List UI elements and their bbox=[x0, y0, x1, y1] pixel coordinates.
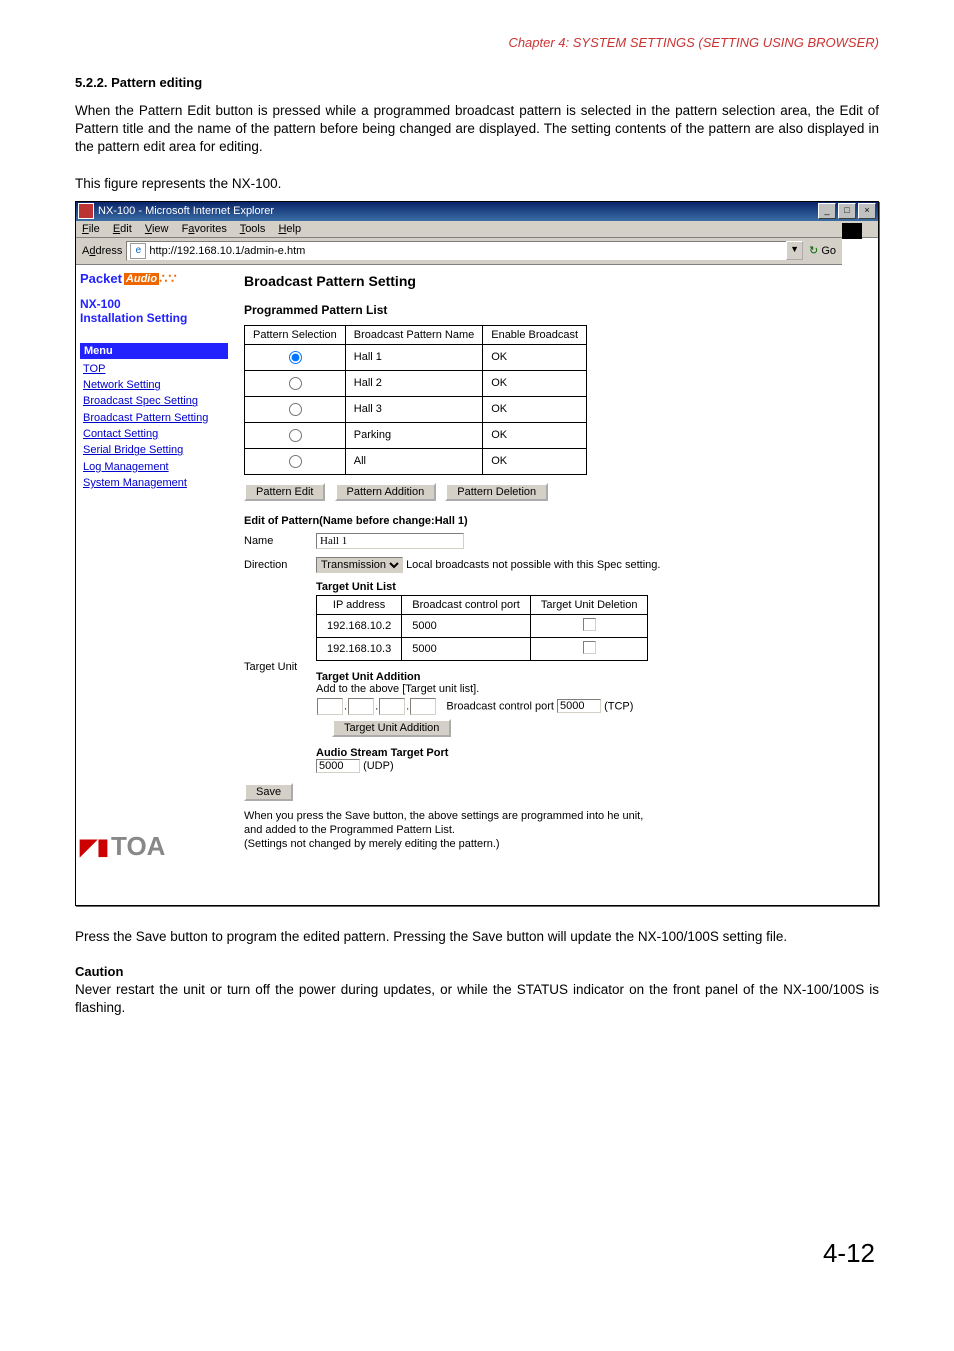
delete-checkbox[interactable] bbox=[583, 641, 596, 654]
save-note-1: When you press the Save button, the abov… bbox=[244, 809, 866, 823]
address-bar: Address e http://192.168.10.1/admin-e.ht… bbox=[76, 238, 842, 265]
section-title: 5.2.2. Pattern editing bbox=[75, 75, 879, 90]
save-note-2: and added to the Programmed Pattern List… bbox=[244, 823, 866, 837]
ip-octet-input[interactable] bbox=[317, 698, 343, 715]
table-row: ParkingOK bbox=[245, 422, 587, 448]
page-number: 4-12 bbox=[75, 1238, 879, 1269]
save-note-3: (Settings not changed by merely editing … bbox=[244, 837, 866, 851]
menu-file[interactable]: File bbox=[82, 223, 100, 235]
menu-help[interactable]: Help bbox=[278, 223, 301, 235]
maximize-button[interactable]: □ bbox=[838, 203, 856, 219]
pattern-edit-button[interactable]: Pattern Edit bbox=[244, 483, 325, 501]
table-row: Hall 3OK bbox=[245, 396, 587, 422]
model-label: NX-100 bbox=[80, 297, 228, 311]
sidebar: PacketAudio∴∵ NX-100 Installation Settin… bbox=[76, 265, 232, 905]
window-title: NX-100 - Microsoft Internet Explorer bbox=[98, 205, 816, 217]
close-button[interactable]: × bbox=[858, 203, 876, 219]
go-button[interactable]: ↻ Go bbox=[809, 244, 836, 257]
target-unit-table: IP address Broadcast control port Target… bbox=[316, 595, 648, 661]
pattern-table: Pattern Selection Broadcast Pattern Name… bbox=[244, 325, 587, 475]
pattern-radio[interactable] bbox=[289, 455, 302, 468]
table-row: Hall 2OK bbox=[245, 370, 587, 396]
pattern-addition-button[interactable]: Pattern Addition bbox=[335, 483, 437, 501]
target-unit-addition-button[interactable]: Target Unit Addition bbox=[332, 719, 451, 737]
ie-throbber-icon bbox=[842, 223, 862, 239]
bcast-port-label: Broadcast control port bbox=[446, 700, 554, 712]
ip-octet-input[interactable] bbox=[379, 698, 405, 715]
audio-stream-port-title: Audio Stream Target Port bbox=[316, 747, 648, 759]
menu-edit[interactable]: Edit bbox=[113, 223, 132, 235]
titlebar: NX-100 - Microsoft Internet Explorer _ □… bbox=[76, 202, 878, 221]
bcast-port-input[interactable]: 5000 bbox=[557, 699, 601, 713]
caution-label: Caution bbox=[75, 964, 879, 979]
ie-window: NX-100 - Microsoft Internet Explorer _ □… bbox=[75, 201, 879, 906]
toa-logo: ◤▮ TOA bbox=[80, 831, 228, 862]
target-unit-label: Target Unit bbox=[244, 581, 316, 673]
col-port: Broadcast control port bbox=[402, 595, 531, 614]
nav-network-setting[interactable]: Network Setting bbox=[80, 377, 228, 393]
target-unit-list-title: Target Unit List bbox=[316, 581, 648, 593]
menu-favorites[interactable]: Favorites bbox=[182, 223, 227, 235]
page-icon: e bbox=[130, 243, 146, 259]
col-enable: Enable Broadcast bbox=[483, 325, 587, 344]
nav-top[interactable]: TOP bbox=[80, 361, 228, 377]
intro-paragraph-1: When the Pattern Edit button is pressed … bbox=[75, 102, 879, 157]
address-value: http://192.168.10.1/admin-e.htm bbox=[149, 245, 305, 257]
col-ip: IP address bbox=[317, 595, 402, 614]
nav-system-management[interactable]: System Management bbox=[80, 475, 228, 491]
install-setting-label: Installation Setting bbox=[80, 311, 228, 325]
edit-of-pattern-title: Edit of Pattern(Name before change:Hall … bbox=[244, 515, 866, 527]
pattern-deletion-button[interactable]: Pattern Deletion bbox=[445, 483, 548, 501]
audio-stream-port-input[interactable]: 5000 bbox=[316, 759, 360, 773]
table-row: 192.168.10.25000 bbox=[317, 614, 648, 637]
table-row: Hall 1OK bbox=[245, 344, 587, 370]
direction-note: Local broadcasts not possible with this … bbox=[406, 559, 660, 571]
menu-header: Menu bbox=[80, 343, 228, 359]
nav-broadcast-pattern[interactable]: Broadcast Pattern Setting bbox=[80, 410, 228, 426]
name-label: Name bbox=[244, 533, 316, 547]
name-input[interactable] bbox=[316, 533, 464, 549]
ip-octet-input[interactable] bbox=[410, 698, 436, 715]
pattern-radio[interactable] bbox=[289, 403, 302, 416]
pattern-radio[interactable] bbox=[289, 377, 302, 390]
post-figure-paragraph: Press the Save button to program the edi… bbox=[75, 928, 879, 946]
col-selection: Pattern Selection bbox=[245, 325, 346, 344]
target-unit-addition-note: Add to the above [Target unit list]. bbox=[316, 683, 648, 695]
nav-contact-setting[interactable]: Contact Setting bbox=[80, 426, 228, 442]
col-name: Broadcast Pattern Name bbox=[345, 325, 482, 344]
tcp-label: (TCP) bbox=[604, 700, 633, 712]
menu-tools[interactable]: Tools bbox=[240, 223, 266, 235]
nav-broadcast-spec[interactable]: Broadcast Spec Setting bbox=[80, 393, 228, 409]
nav-log-management[interactable]: Log Management bbox=[80, 459, 228, 475]
pattern-radio[interactable] bbox=[289, 429, 302, 442]
pattern-radio[interactable] bbox=[289, 351, 302, 364]
ip-octet-input[interactable] bbox=[348, 698, 374, 715]
menu-view[interactable]: View bbox=[145, 223, 169, 235]
table-row: AllOK bbox=[245, 448, 587, 474]
table-row: 192.168.10.35000 bbox=[317, 637, 648, 660]
minimize-button[interactable]: _ bbox=[818, 203, 836, 219]
direction-label: Direction bbox=[244, 557, 316, 571]
main-panel: Broadcast Pattern Setting Programmed Pat… bbox=[232, 265, 878, 905]
address-input[interactable]: e http://192.168.10.1/admin-e.htm bbox=[126, 241, 787, 261]
delete-checkbox[interactable] bbox=[583, 618, 596, 631]
address-dropdown[interactable]: ▼ bbox=[786, 241, 803, 260]
page-title: Broadcast Pattern Setting bbox=[244, 273, 866, 289]
col-delete: Target Unit Deletion bbox=[530, 595, 648, 614]
list-title: Programmed Pattern List bbox=[244, 303, 866, 317]
save-button[interactable]: Save bbox=[244, 783, 293, 801]
packet-audio-logo: PacketAudio∴∵ bbox=[80, 271, 228, 287]
caution-text: Never restart the unit or turn off the p… bbox=[75, 981, 879, 1017]
target-unit-addition-title: Target Unit Addition bbox=[316, 671, 648, 683]
ie-app-icon bbox=[78, 203, 94, 219]
intro-paragraph-2: This figure represents the NX-100. bbox=[75, 175, 879, 193]
address-label: Address bbox=[82, 245, 122, 257]
menubar: File Edit View Favorites Tools Help bbox=[76, 221, 878, 238]
chapter-header: Chapter 4: SYSTEM SETTINGS (SETTING USIN… bbox=[75, 35, 879, 50]
udp-label: (UDP) bbox=[363, 760, 394, 772]
direction-select[interactable]: Transmission bbox=[316, 557, 403, 573]
nav-serial-bridge[interactable]: Serial Bridge Setting bbox=[80, 442, 228, 458]
